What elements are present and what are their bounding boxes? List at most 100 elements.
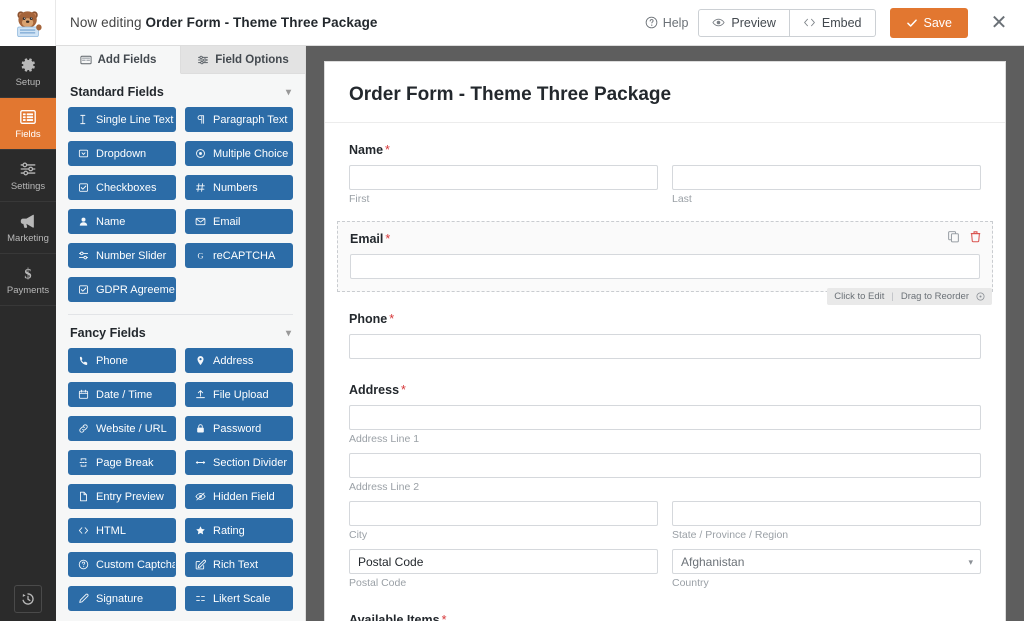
email-input[interactable] <box>350 254 980 279</box>
form-field-address[interactable]: Address * Address Line 1 Address Line 2 C… <box>349 369 981 599</box>
field-sublabel: First <box>349 193 370 205</box>
field-button-password[interactable]: Password <box>185 416 293 441</box>
address-line1-input[interactable] <box>349 405 981 430</box>
field-button-file-upload[interactable]: File Upload <box>185 382 293 407</box>
save-label: Save <box>923 15 953 30</box>
form-fields-area: Name * First Last Email * Click to Edit … <box>325 123 1005 621</box>
form-field-available-items[interactable]: Available Items* Product 1Product 2Produ… <box>349 599 981 621</box>
field-sublabel: State / Province / Region <box>672 529 789 541</box>
field-button-recaptcha[interactable]: GreCAPTCHA <box>185 243 293 268</box>
field-button-custom-captcha[interactable]: Custom Captcha <box>68 552 176 577</box>
help-label: Help <box>662 15 689 30</box>
field-button-html[interactable]: HTML <box>68 518 176 543</box>
file-icon <box>80 491 87 502</box>
google-g-icon: G <box>198 251 204 260</box>
help-circle-icon <box>645 16 658 29</box>
address-country-select[interactable]: Afghanistan <box>672 549 981 574</box>
address-state-input[interactable] <box>672 501 981 526</box>
sidebar-item-setup[interactable]: Setup <box>0 46 56 98</box>
revisions-history-icon[interactable] <box>14 585 42 613</box>
add-fields-panel: Add Fields Field Options Standard Fields… <box>56 46 306 621</box>
address-city-input[interactable] <box>349 501 658 526</box>
header-actions: Help Preview Embed Save ✕ <box>645 0 1024 46</box>
field-button-label: HTML <box>96 524 126 537</box>
link-icon <box>79 424 88 433</box>
field-button-entry-preview[interactable]: Entry Preview <box>68 484 176 509</box>
form-field-phone[interactable]: Phone * <box>349 298 981 369</box>
page-break-icon <box>79 458 88 467</box>
field-button-label: Date / Time <box>96 388 153 401</box>
field-sublabel: Address Line 2 <box>349 481 420 493</box>
field-button-email[interactable]: Email <box>185 209 293 234</box>
slider-icon <box>78 251 89 260</box>
required-marker: * <box>441 613 447 621</box>
field-button-signature[interactable]: Signature <box>68 586 176 611</box>
field-controls <box>947 230 982 243</box>
form-title: Order Form - Theme Three Package <box>349 84 672 105</box>
tab-field-options[interactable]: Field Options <box>181 46 305 74</box>
field-button-section-divider[interactable]: Section Divider <box>185 450 293 475</box>
sidebar-item-marketing[interactable]: Marketing <box>0 202 56 254</box>
field-button-likert-scale[interactable]: Likert Scale <box>185 586 293 611</box>
save-button[interactable]: Save <box>889 7 968 38</box>
address-line2-input[interactable] <box>349 453 981 478</box>
tab-label: Add Fields <box>97 53 157 66</box>
name-last-input[interactable] <box>672 165 981 190</box>
group-header-standard-fields[interactable]: Standard Fields ▾ <box>56 74 305 107</box>
preview-button[interactable]: Preview <box>698 8 790 37</box>
trash-icon[interactable] <box>969 230 982 243</box>
clock-rotate-left-icon <box>22 593 34 605</box>
sidebar-item-settings[interactable]: Settings <box>0 150 56 202</box>
field-button-number-slider[interactable]: Number Slider <box>68 243 176 268</box>
field-sublabel: Last <box>672 193 692 205</box>
group-header-fancy-fields[interactable]: Fancy Fields ▾ <box>56 315 305 348</box>
editing-form-name: Order Form - Theme Three Package <box>145 15 378 30</box>
field-button-checkboxes[interactable]: Checkboxes <box>68 175 176 200</box>
field-button-address[interactable]: Address <box>185 348 293 373</box>
field-button-dropdown[interactable]: Dropdown <box>68 141 176 166</box>
add-fields-icon <box>80 55 92 64</box>
form-builder-app: Now editing Order Form - Theme Three Pac… <box>0 0 1024 621</box>
form-field-name[interactable]: Name * First Last <box>349 129 981 215</box>
field-button-gdpr-agreement[interactable]: GDPR Agreement <box>68 277 176 302</box>
close-icon[interactable]: ✕ <box>988 12 1010 34</box>
field-button-label: Page Break <box>96 456 154 469</box>
field-button-rating[interactable]: Rating <box>185 518 293 543</box>
upload-icon <box>196 390 205 399</box>
phone-input[interactable] <box>349 334 981 359</box>
sliders-icon <box>20 162 36 175</box>
field-button-page-break[interactable]: Page Break <box>68 450 176 475</box>
address-postal-input[interactable] <box>349 549 658 574</box>
field-button-label: Rating <box>213 524 245 537</box>
field-sublabel: Address Line 1 <box>349 433 420 445</box>
field-button-date-time[interactable]: Date / Time <box>68 382 176 407</box>
sidebar-item-fields[interactable]: Fields <box>0 98 56 150</box>
form-field-email[interactable]: Email * Click to Edit | Drag to Reorder <box>337 221 993 305</box>
field-button-label: Number Slider <box>96 249 167 262</box>
help-button[interactable]: Help <box>645 15 689 30</box>
sidebar-item-label: Settings <box>10 180 46 192</box>
field-label-text: Name <box>349 143 384 157</box>
field-button-single-line-text[interactable]: Single Line Text <box>68 107 176 132</box>
field-button-name[interactable]: Name <box>68 209 176 234</box>
field-button-label: Multiple Choice <box>213 147 289 160</box>
field-button-numbers[interactable]: Numbers <box>185 175 293 200</box>
field-label: Email * <box>350 232 980 246</box>
rail-footer <box>0 585 56 613</box>
field-button-phone[interactable]: Phone <box>68 348 176 373</box>
field-label: Address * <box>349 383 981 397</box>
field-button-hidden-field[interactable]: Hidden Field <box>185 484 293 509</box>
radio-icon <box>196 149 205 158</box>
tab-add-fields[interactable]: Add Fields <box>56 46 181 74</box>
field-button-multiple-choice[interactable]: Multiple Choice <box>185 141 293 166</box>
field-button-label: Address <box>213 354 254 367</box>
field-button-website-url[interactable]: Website / URL <box>68 416 176 441</box>
name-first-input[interactable] <box>349 165 658 190</box>
sidebar-item-payments[interactable]: $ Payments <box>0 254 56 306</box>
embed-button[interactable]: Embed <box>789 8 876 37</box>
field-button-label: Website / URL <box>96 422 167 435</box>
phone-icon <box>79 356 88 365</box>
field-button-rich-text[interactable]: Rich Text <box>185 552 293 577</box>
field-button-paragraph-text[interactable]: Paragraph Text <box>185 107 293 132</box>
duplicate-icon[interactable] <box>947 230 960 243</box>
